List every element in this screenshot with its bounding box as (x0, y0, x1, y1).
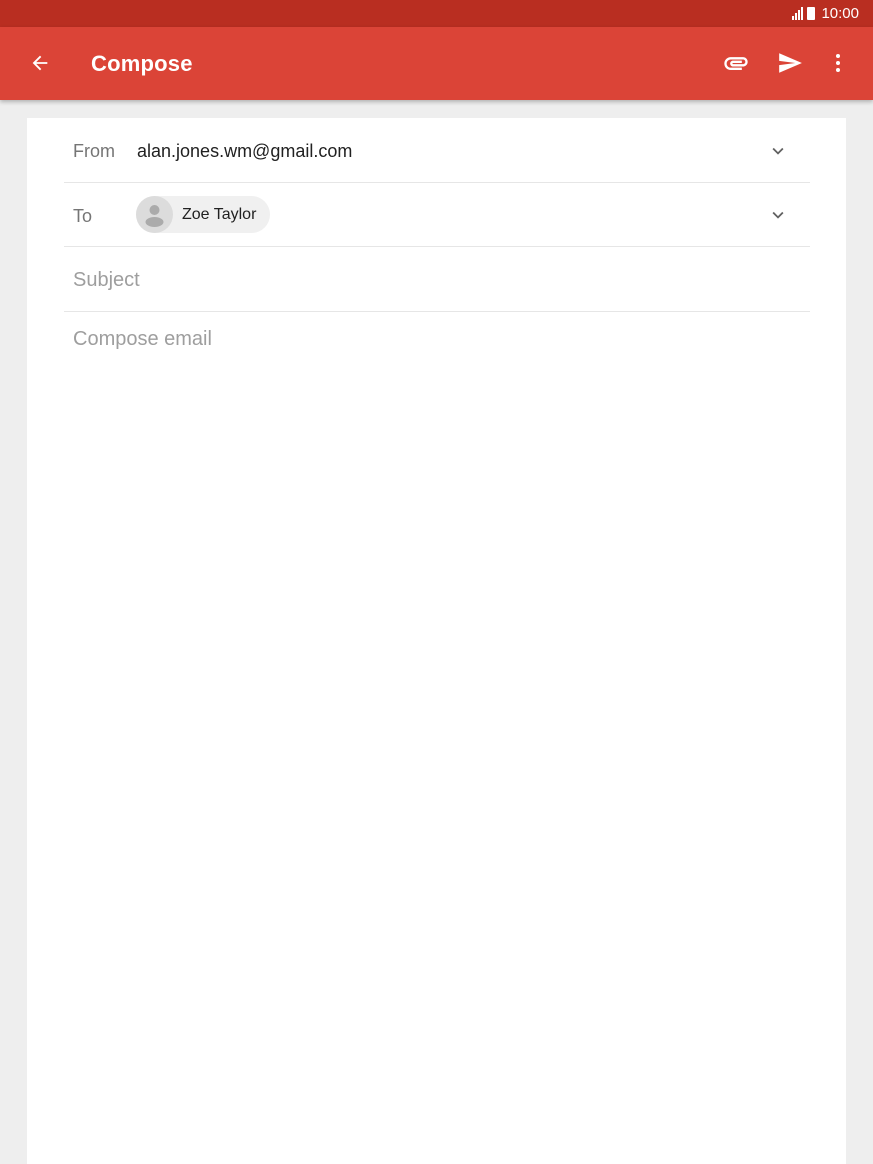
send-button[interactable] (772, 45, 808, 81)
status-time: 10:00 (821, 5, 859, 22)
from-row: From alan.jones.wm@gmail.com (64, 118, 810, 183)
to-dropdown-button[interactable] (766, 203, 790, 227)
send-icon (779, 53, 802, 73)
recipient-chip[interactable]: Zoe Taylor (136, 196, 271, 233)
status-bar: 10:00 (0, 0, 873, 27)
app-bar: Compose (0, 27, 873, 100)
recipient-name: Zoe Taylor (182, 205, 257, 223)
more-vert-icon (836, 54, 840, 72)
back-button[interactable] (22, 45, 58, 81)
signal-icon (791, 7, 804, 20)
compose-card: From alan.jones.wm@gmail.com To Zoe Tayl… (27, 118, 846, 1164)
from-label: From (73, 141, 115, 161)
page-title: Compose (91, 51, 193, 76)
subject-input[interactable] (73, 267, 773, 293)
person-icon (145, 205, 164, 227)
arrow-back-icon (32, 55, 48, 71)
to-row: To Zoe Taylor (64, 183, 810, 247)
more-options-button[interactable] (820, 45, 856, 81)
from-dropdown-button[interactable] (766, 139, 790, 163)
chevron-down-icon (772, 211, 784, 219)
to-label: To (73, 206, 93, 226)
attach-button[interactable] (718, 45, 754, 81)
paperclip-icon (724, 57, 748, 70)
from-account[interactable]: alan.jones.wm@gmail.com (137, 141, 352, 162)
avatar (136, 196, 173, 233)
compose-email-body[interactable] (73, 328, 803, 1128)
battery-icon (807, 7, 816, 20)
subject-row (64, 247, 810, 312)
chevron-down-icon (772, 147, 784, 155)
